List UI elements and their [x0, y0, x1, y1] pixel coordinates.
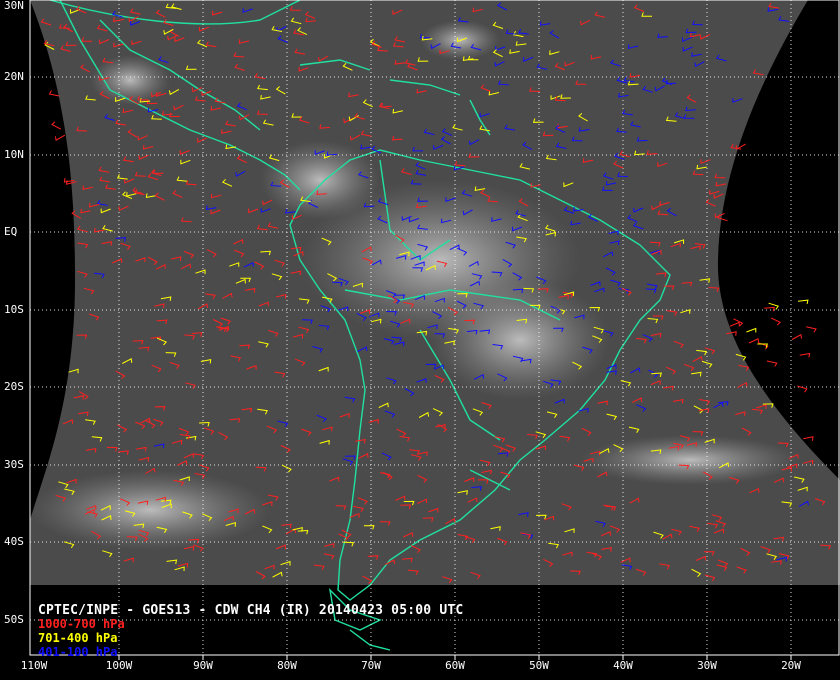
lon-label-20w: 20W — [781, 659, 801, 672]
lon-label-110w: 110W — [20, 659, 48, 672]
lon-label-40w: 40W — [613, 659, 633, 672]
lon-label-70w: 70W — [361, 659, 381, 672]
wind-barb — [766, 360, 778, 367]
legend-mid-level: 701-400 hPa — [38, 631, 118, 645]
wind-barb — [746, 327, 757, 333]
lon-label-100w: 100W — [105, 659, 133, 672]
wind-barb — [797, 299, 809, 305]
wind-barb — [799, 352, 811, 358]
wind-barb — [797, 385, 808, 393]
wind-barb — [791, 333, 802, 340]
lon-label-80w: 80W — [277, 659, 297, 672]
lat-label-20n: 20N — [4, 70, 24, 83]
map-caption: CPTEC/INPE - GOES13 - CDW CH4 (IR) 20140… — [38, 603, 464, 618]
lat-label-10n: 10N — [4, 148, 24, 161]
lat-label-eq: EQ — [4, 225, 18, 238]
lon-label-30w: 30W — [697, 659, 717, 672]
lat-label-30s: 30S — [4, 458, 24, 471]
wind-barb — [768, 302, 780, 310]
lat-label-10s: 10S — [4, 303, 24, 316]
lon-label-60w: 60W — [445, 659, 465, 672]
lat-label-40s: 40S — [4, 535, 24, 548]
wind-barb — [806, 326, 817, 333]
wind-barb — [748, 338, 759, 344]
lon-label-90w: 90W — [193, 659, 213, 672]
satellite-wind-map — [0, 0, 840, 660]
wind-barb — [729, 321, 740, 327]
legend-low-level: 1000-700 hPa — [38, 617, 125, 631]
legend-high-level: 401-100 hPa — [38, 645, 118, 659]
lat-label-20s: 20S — [4, 380, 24, 393]
wind-barb — [803, 436, 814, 441]
lat-label-50s: 50S — [4, 613, 24, 626]
wind-barb — [770, 317, 781, 326]
lon-label-50w: 50W — [529, 659, 549, 672]
lat-label-30n: 30N — [4, 0, 24, 12]
wind-barb — [764, 306, 775, 312]
